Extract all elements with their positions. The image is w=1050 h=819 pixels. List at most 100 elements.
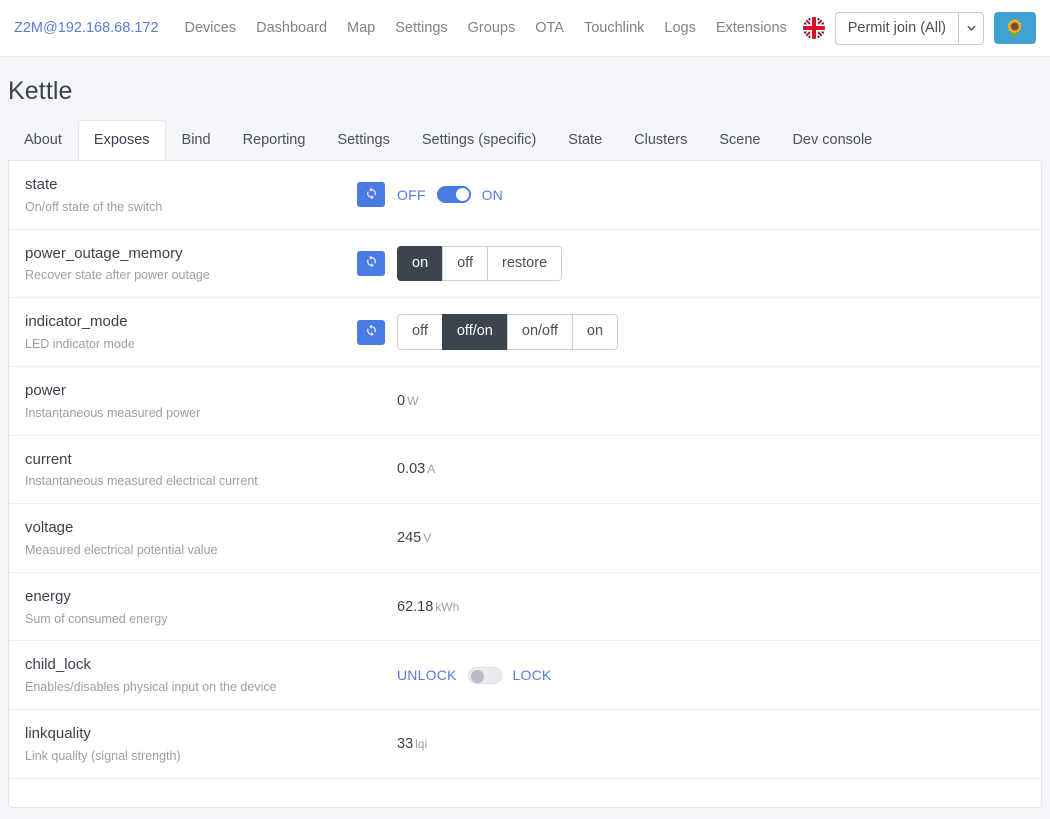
state-off-label[interactable]: OFF <box>397 187 426 203</box>
expose-label-energy: energy Sum of consumed energy <box>25 586 357 628</box>
nav-link-logs[interactable]: Logs <box>654 16 705 40</box>
indicator-mode-option-on-off[interactable]: on/off <box>507 314 572 350</box>
indicator-mode-option-off[interactable]: off <box>397 314 442 350</box>
voltage-value: 245 <box>397 530 421 546</box>
switch-knob <box>456 188 469 201</box>
expose-description: Sum of consumed energy <box>25 611 357 628</box>
expose-label-child-lock: child_lock Enables/disables physical inp… <box>25 654 357 696</box>
sync-icon <box>365 324 378 340</box>
sync-icon <box>365 187 378 203</box>
expose-name: power_outage_memory <box>25 243 357 265</box>
expose-name: linkquality <box>25 723 357 745</box>
expose-name: voltage <box>25 517 357 539</box>
tab-state[interactable]: State <box>552 120 618 161</box>
indicator-mode-option-off-on[interactable]: off/on <box>442 314 507 350</box>
expose-control-current: 0.03A <box>397 461 1025 477</box>
expose-label-indicator-mode: indicator_mode LED indicator mode <box>25 311 357 353</box>
tab-settings[interactable]: Settings <box>321 120 405 161</box>
power-outage-memory-option-off[interactable]: off <box>442 246 487 282</box>
expose-name: state <box>25 174 357 196</box>
state-toggle-group: OFF ON <box>397 186 503 203</box>
expose-row-power: power Instantaneous measured power 0W <box>9 367 1041 436</box>
energy-value: 62.18 <box>397 599 433 615</box>
power-value-wrap: 0W <box>397 393 418 409</box>
expose-control-linkquality: 33lqi <box>397 736 1025 752</box>
refresh-button[interactable] <box>357 251 385 276</box>
expose-refresh-cell <box>357 251 397 276</box>
tab-reporting[interactable]: Reporting <box>227 120 322 161</box>
expose-refresh-cell <box>357 182 397 207</box>
state-on-label[interactable]: ON <box>482 187 503 203</box>
expose-label-current: current Instantaneous measured electrica… <box>25 449 357 491</box>
nav-link-dashboard[interactable]: Dashboard <box>246 16 337 40</box>
current-value-wrap: 0.03A <box>397 461 435 477</box>
power-outage-memory-button-group: on off restore <box>397 246 562 282</box>
expose-row-power-outage-memory: power_outage_memory Recover state after … <box>9 230 1041 299</box>
tab-bind[interactable]: Bind <box>166 120 227 161</box>
nav-link-settings[interactable]: Settings <box>385 16 457 40</box>
nav-link-devices[interactable]: Devices <box>175 16 247 40</box>
tab-settings-specific[interactable]: Settings (specific) <box>406 120 552 161</box>
linkquality-unit: lqi <box>415 737 427 751</box>
brand-link[interactable]: Z2M@192.168.68.172 <box>14 20 159 36</box>
sync-icon <box>365 255 378 271</box>
expose-control-indicator-mode: off off/on on/off on <box>397 314 1025 350</box>
page-title: Kettle <box>8 77 1050 106</box>
refresh-button[interactable] <box>357 320 385 345</box>
power-outage-memory-option-restore[interactable]: restore <box>487 246 562 282</box>
expose-description: Enables/disables physical input on the d… <box>25 679 357 696</box>
expose-description: Recover state after power outage <box>25 267 357 284</box>
nav-link-groups[interactable]: Groups <box>458 16 526 40</box>
tab-dev-console[interactable]: Dev console <box>776 120 888 161</box>
top-navbar: Z2M@192.168.68.172 Devices Dashboard Map… <box>0 0 1050 57</box>
indicator-mode-option-on[interactable]: on <box>572 314 618 350</box>
expose-description: Instantaneous measured electrical curren… <box>25 473 357 490</box>
expose-label-linkquality: linkquality Link quality (signal strengt… <box>25 723 357 765</box>
expose-label-power-outage-memory: power_outage_memory Recover state after … <box>25 243 357 285</box>
expose-label-state: state On/off state of the switch <box>25 174 357 216</box>
sun-icon: 🌻 <box>1004 20 1025 37</box>
theme-toggle-button[interactable]: 🌻 <box>994 12 1036 44</box>
permit-join-button[interactable]: Permit join (All) <box>835 12 958 45</box>
expose-control-power: 0W <box>397 393 1025 409</box>
refresh-button[interactable] <box>357 182 385 207</box>
expose-label-voltage: voltage Measured electrical potential va… <box>25 517 357 559</box>
tab-about[interactable]: About <box>8 120 78 161</box>
child-lock-lock-label[interactable]: LOCK <box>513 667 552 683</box>
nav-links: Devices Dashboard Map Settings Groups OT… <box>175 16 797 40</box>
voltage-unit: V <box>423 531 431 545</box>
tab-exposes[interactable]: Exposes <box>78 120 166 161</box>
expose-row-linkquality: linkquality Link quality (signal strengt… <box>9 710 1041 779</box>
nav-link-extensions[interactable]: Extensions <box>706 16 797 40</box>
expose-control-energy: 62.18kWh <box>397 599 1025 615</box>
tab-clusters[interactable]: Clusters <box>618 120 703 161</box>
expose-row-child-lock: child_lock Enables/disables physical inp… <box>9 641 1041 710</box>
card-bottom-spacer <box>9 779 1041 807</box>
exposes-card: state On/off state of the switch OFF ON <box>8 160 1042 808</box>
expose-name: indicator_mode <box>25 311 357 333</box>
expose-name: energy <box>25 586 357 608</box>
expose-description: Instantaneous measured power <box>25 405 357 422</box>
nav-link-ota[interactable]: OTA <box>525 16 574 40</box>
expose-description: On/off state of the switch <box>25 199 357 216</box>
expose-description: Link quality (signal strength) <box>25 748 357 765</box>
chevron-down-icon[interactable] <box>958 12 984 45</box>
energy-value-wrap: 62.18kWh <box>397 599 459 615</box>
expose-name: current <box>25 449 357 471</box>
indicator-mode-button-group: off off/on on/off on <box>397 314 618 350</box>
nav-link-touchlink[interactable]: Touchlink <box>574 16 654 40</box>
expose-description: Measured electrical potential value <box>25 542 357 559</box>
child-lock-unlock-label[interactable]: UNLOCK <box>397 667 457 683</box>
uk-flag-icon[interactable] <box>803 17 825 39</box>
permit-join-group: Permit join (All) <box>835 12 984 45</box>
power-value: 0 <box>397 393 405 409</box>
state-switch[interactable] <box>437 186 471 203</box>
power-outage-memory-option-on[interactable]: on <box>397 246 442 282</box>
expose-name: power <box>25 380 357 402</box>
expose-row-energy: energy Sum of consumed energy 62.18kWh <box>9 573 1041 642</box>
tab-scene[interactable]: Scene <box>703 120 776 161</box>
child-lock-switch[interactable] <box>468 667 502 684</box>
nav-link-map[interactable]: Map <box>337 16 385 40</box>
linkquality-value: 33 <box>397 736 413 752</box>
expose-description: LED indicator mode <box>25 336 357 353</box>
